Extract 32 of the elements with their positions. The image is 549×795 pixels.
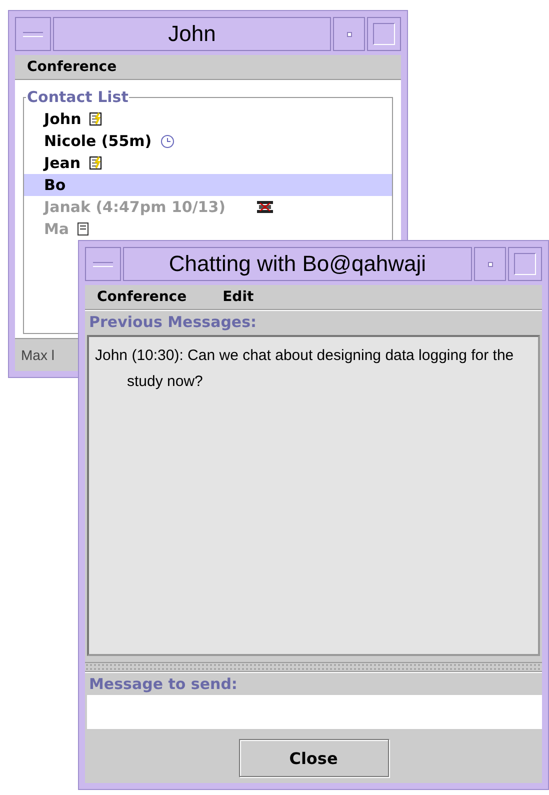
document-icon [77, 222, 90, 236]
pager-icon [256, 200, 274, 214]
contact-name: John [44, 110, 82, 128]
menu-item[interactable]: Conference [97, 289, 187, 305]
section-label: Message to send: [85, 672, 542, 695]
contact-item[interactable]: Bo [24, 174, 392, 196]
message-input[interactable] [87, 695, 542, 729]
notepad-icon [89, 112, 104, 126]
splitter-handle[interactable] [85, 662, 542, 672]
contact-item[interactable]: John [24, 108, 392, 130]
clock-icon [160, 134, 175, 148]
contact-name: Nicole (55m) [44, 132, 152, 150]
contact-name: Jean [44, 154, 81, 172]
contact-item[interactable]: Jean [24, 152, 392, 174]
contact-item[interactable]: Nicole (55m) [24, 130, 392, 152]
minimize-button[interactable] [85, 247, 121, 281]
menu-item[interactable]: Edit [222, 289, 254, 305]
window-title: Chatting with Bo@qahwaji [123, 247, 472, 281]
maximize-button[interactable] [508, 247, 542, 281]
contact-name: Ma [44, 220, 70, 238]
section-label: Previous Messages: [85, 310, 542, 333]
close-button[interactable]: Close [238, 739, 388, 777]
maximize-button[interactable] [367, 17, 401, 51]
group-title: Contact List [26, 89, 130, 106]
contact-name: Bo [44, 176, 66, 194]
iconify-button[interactable] [474, 247, 506, 281]
notepad-icon [88, 156, 103, 170]
menu-item[interactable]: Conference [27, 59, 117, 75]
minimize-button[interactable] [15, 17, 51, 51]
contact-name: Janak (4:47pm 10/13) [44, 198, 226, 216]
window-title: John [53, 17, 331, 51]
iconify-button[interactable] [333, 17, 365, 51]
